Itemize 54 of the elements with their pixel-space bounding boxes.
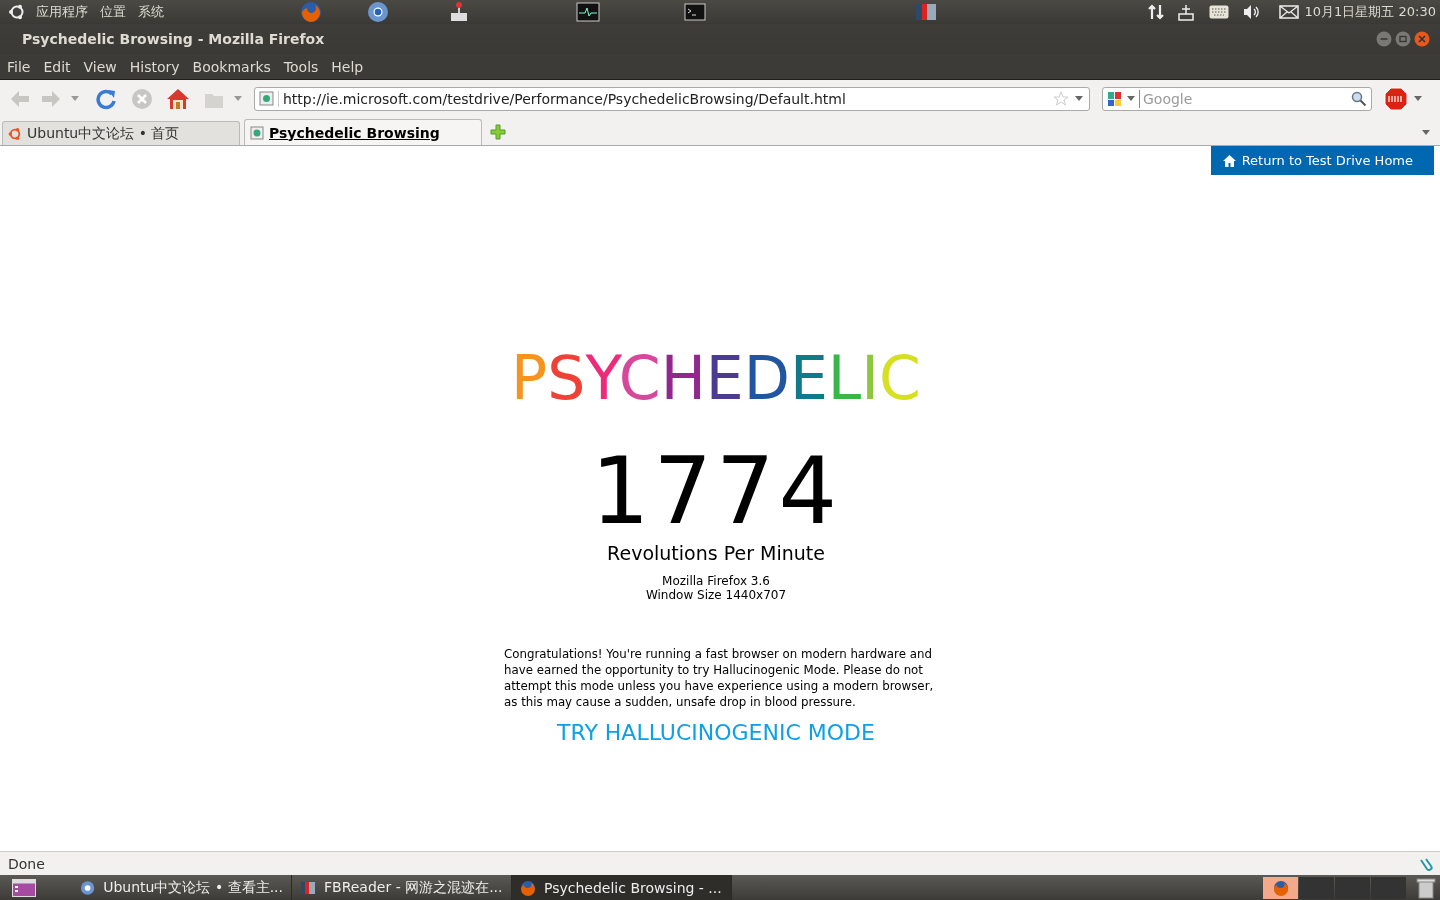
window-size: Window Size 1440x707	[645, 588, 787, 602]
menu-item[interactable]: Tools	[278, 58, 324, 75]
volume-icon[interactable]	[1242, 4, 1261, 20]
address-bar[interactable]: http://ie.microsoft.com/testdrive/Performance/PsychedelicBrowsing/Default.html	[254, 87, 1090, 111]
dropdown-caret-icon[interactable]	[1422, 130, 1430, 136]
dropdown-caret-icon[interactable]	[1127, 96, 1135, 102]
menu-item[interactable]: History	[124, 58, 185, 75]
menu-item[interactable]: View	[78, 58, 122, 75]
new-tab-plus-icon[interactable]	[490, 124, 506, 140]
return-home-link[interactable]: Return to Test Drive Home	[1210, 146, 1434, 175]
close-icon[interactable]	[1414, 31, 1430, 47]
page-icon	[250, 125, 264, 140]
reload-icon[interactable]	[95, 88, 117, 110]
menu-item[interactable]: Bookmarks	[187, 58, 276, 75]
home-icon[interactable]	[166, 88, 190, 110]
search-icon[interactable]	[1351, 91, 1367, 107]
clock[interactable]: 10月1日星期五 20:30	[1304, 3, 1440, 21]
psychedelic-title: PSYCHEDELIC	[511, 348, 921, 408]
maximize-icon[interactable]	[1395, 31, 1411, 47]
panel-menu[interactable]: 位置	[94, 3, 132, 21]
trash-icon[interactable]	[1416, 876, 1436, 899]
keyboard-icon[interactable]	[1208, 5, 1229, 19]
taskbar-window-button[interactable]: Ubuntu中文论坛 • 查看主...	[72, 875, 292, 900]
minimize-icon[interactable]	[1376, 31, 1392, 47]
panel-menu[interactable]: 应用程序	[30, 3, 94, 21]
taskbar-window-button[interactable]: Psychedelic Browsing - ...	[512, 875, 732, 900]
search-box[interactable]: Google	[1102, 87, 1372, 111]
rpm-counter: 1774	[590, 446, 842, 538]
mail-icon[interactable]	[1278, 5, 1299, 19]
network-arrows-icon[interactable]	[1146, 3, 1165, 21]
star-icon[interactable]	[1053, 91, 1069, 107]
page-icon	[259, 91, 279, 107]
terminal-icon[interactable]	[684, 3, 706, 21]
browser-name: Mozilla Firefox 3.6	[662, 574, 770, 588]
browser-tab[interactable]: Psychedelic Browsing	[244, 119, 482, 145]
system-monitor-icon[interactable]	[576, 2, 600, 22]
window-title: Psychedelic Browsing - Mozilla Firefox	[22, 31, 326, 47]
search-engine-icon[interactable]	[1107, 91, 1123, 107]
workspace-switcher[interactable]	[1263, 876, 1406, 899]
counter-label: Revolutions Per Minute	[607, 542, 825, 564]
home-icon	[1222, 154, 1236, 167]
search-field[interactable]: Google	[1139, 90, 1351, 108]
dropdown-caret-icon[interactable]	[1075, 96, 1083, 102]
congratulations-message: Congratulations! You're running a fast browser on modern hardware and have earned the opportunity to try Hallucinogenic Mode. Please do not attempt this mode unless you have experience using a modern browser, as this may cause a sudden, unsafe drop in blood pressure.	[504, 646, 935, 710]
menu-item[interactable]: Edit	[38, 58, 76, 75]
joystick-launcher-icon[interactable]	[449, 1, 469, 23]
dropdown-caret-icon[interactable]	[1414, 96, 1422, 102]
menu-item[interactable]: Help	[326, 58, 369, 75]
stop-sign-icon[interactable]	[1384, 87, 1408, 111]
panel-menu[interactable]: 系统	[132, 3, 170, 21]
browser-tab[interactable]: Ubuntu中文论坛 • 首页	[2, 121, 240, 145]
menu-item[interactable]: File	[2, 58, 36, 75]
show-desktop-icon[interactable]	[12, 878, 36, 897]
status-text: Done	[8, 855, 46, 872]
